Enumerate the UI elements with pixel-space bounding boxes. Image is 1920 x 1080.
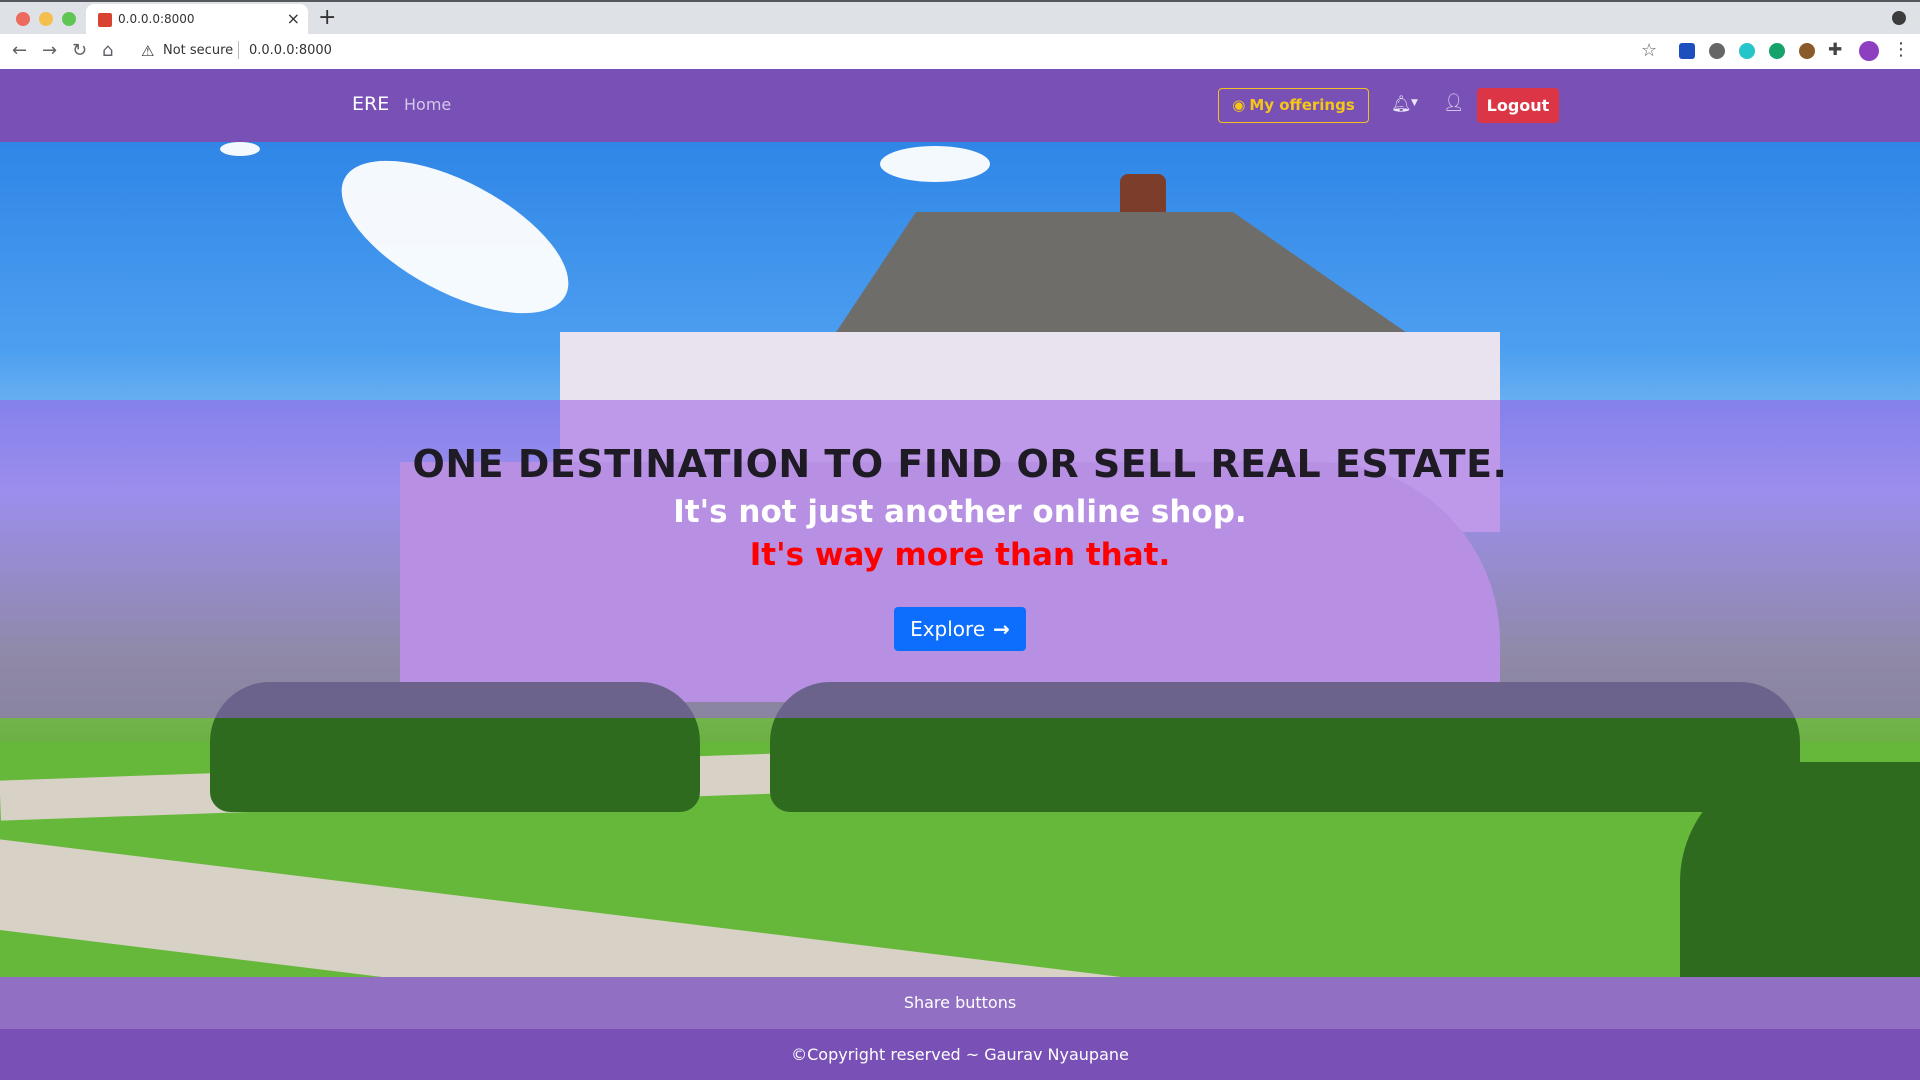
forward-icon[interactable]: → [42, 40, 57, 61]
nav-home-link[interactable]: Home [404, 95, 451, 114]
address-bar[interactable]: 0.0.0.0:8000 [249, 43, 332, 58]
user-icon[interactable]: 👤︎ [1443, 93, 1465, 113]
hero-subtitle: It's not just another online shop. [673, 494, 1247, 530]
browser-tab-strip: 0.0.0.0:8000 × + [0, 0, 1920, 36]
explore-label: Explore [910, 617, 986, 641]
tab-search-icon[interactable] [1892, 11, 1906, 25]
home-icon[interactable]: ⌂ [102, 40, 113, 61]
coins-icon: ◉ [1232, 96, 1246, 114]
security-label[interactable]: Not secure [163, 43, 233, 58]
extensions-puzzle-icon[interactable]: ✚ [1828, 40, 1842, 60]
bell-icon[interactable]: 🔔︎ [1391, 94, 1411, 113]
share-buttons-bar: Share buttons [0, 977, 1920, 1029]
tab-title: 0.0.0.0:8000 [118, 12, 195, 26]
tab-close-icon[interactable]: × [287, 9, 300, 28]
house-roof [829, 212, 1420, 342]
browser-toolbar: ← → ↻ ⌂ ⚠ Not secure 0.0.0.0:8000 ☆ ✚ ⋮ [0, 34, 1920, 70]
reload-icon[interactable]: ↻ [72, 40, 87, 61]
warning-icon[interactable]: ⚠ [141, 42, 154, 60]
new-tab-icon[interactable]: + [318, 5, 336, 30]
hero-title: ONE DESTINATION TO FIND OR SELL REAL EST… [412, 442, 1508, 486]
extension-icon[interactable] [1709, 43, 1725, 59]
hero-section: ONE DESTINATION TO FIND OR SELL REAL EST… [0, 142, 1920, 977]
cookie-extension-icon[interactable] [1799, 43, 1815, 59]
extension-icon[interactable] [1679, 43, 1695, 59]
hero-tagline: It's way more than that. [749, 537, 1171, 573]
bookmark-star-icon[interactable]: ☆ [1641, 40, 1657, 61]
favicon-icon [98, 13, 112, 27]
window-close-button[interactable] [16, 12, 30, 26]
browser-menu-icon[interactable]: ⋮ [1892, 39, 1910, 60]
cloud-shape [880, 146, 990, 182]
site-navbar: ERE Home ◉ My offerings 🔔︎ ▼ 👤︎ Logout [0, 69, 1920, 142]
logout-button[interactable]: Logout [1477, 88, 1559, 123]
explore-button[interactable]: Explore → [894, 607, 1026, 651]
copyright-footer: ©Copyright reserved ~ Gaurav Nyaupane [0, 1029, 1920, 1080]
my-offerings-button[interactable]: ◉ My offerings [1218, 88, 1369, 123]
arrow-right-icon: → [993, 617, 1010, 641]
profile-avatar[interactable] [1859, 41, 1879, 61]
window-minimize-button[interactable] [39, 12, 53, 26]
hero-background-image [318, 142, 592, 345]
extension-icon[interactable] [1769, 43, 1785, 59]
cloud-shape [220, 142, 260, 156]
window-maximize-button[interactable] [62, 12, 76, 26]
brand-link[interactable]: ERE [352, 93, 389, 115]
my-offerings-label: My offerings [1249, 96, 1355, 114]
browser-tab[interactable]: 0.0.0.0:8000 × [86, 4, 308, 36]
url-divider [238, 41, 239, 59]
chevron-down-icon[interactable]: ▼ [1411, 98, 1418, 108]
extension-icon[interactable] [1739, 43, 1755, 59]
back-icon[interactable]: ← [12, 40, 27, 61]
